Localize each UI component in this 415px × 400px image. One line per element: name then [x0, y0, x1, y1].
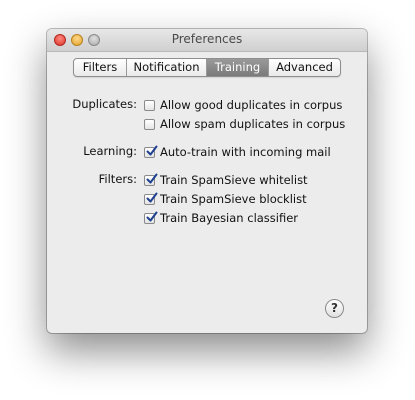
checkbox-box[interactable] [144, 145, 158, 158]
checkbox-box[interactable] [144, 118, 155, 130]
train-bayesian-checkbox[interactable]: Train Bayesian classifier [144, 211, 298, 225]
tab-training[interactable]: Training [207, 59, 269, 76]
checkbox-box[interactable] [144, 192, 158, 205]
checkbox-label: Train SpamSieve whitelist [160, 173, 308, 187]
check-mark-icon [146, 211, 158, 221]
check-mark-icon [146, 173, 158, 183]
checkbox-box[interactable] [144, 99, 155, 111]
screen: Preferences Filters Notification Trainin… [0, 0, 415, 400]
checkbox-label: Allow spam duplicates in corpus [160, 117, 346, 131]
window-title: Preferences [171, 32, 243, 46]
training-pane: Duplicates: Allow good duplicates in cor… [47, 75, 367, 333]
tab-notification[interactable]: Notification [127, 59, 207, 76]
checkbox-label: Auto-train with incoming mail [160, 145, 331, 159]
learning-label: Learning: [83, 144, 137, 158]
checkbox-label: Allow good duplicates in corpus [160, 98, 343, 112]
check-mark-icon [146, 192, 158, 202]
allow-good-duplicates-checkbox[interactable]: Allow good duplicates in corpus [144, 98, 342, 112]
checkbox-label: Train SpamSieve blocklist [160, 192, 307, 206]
auto-train-checkbox[interactable]: Auto-train with incoming mail [144, 145, 331, 159]
tab-advanced[interactable]: Advanced [269, 59, 340, 76]
allow-spam-duplicates-checkbox[interactable]: Allow spam duplicates in corpus [144, 117, 345, 131]
preferences-window: Preferences Filters Notification Trainin… [47, 29, 367, 333]
checkbox-label: Train Bayesian classifier [160, 211, 299, 225]
check-mark-icon [146, 145, 158, 155]
title-bar[interactable]: Preferences [47, 29, 367, 52]
filters-label: Filters: [98, 172, 137, 186]
checkbox-box[interactable] [144, 173, 158, 186]
tab-filters[interactable]: Filters [74, 59, 127, 76]
duplicates-label: Duplicates: [72, 97, 137, 111]
checkbox-box[interactable] [144, 211, 158, 224]
train-blocklist-checkbox[interactable]: Train SpamSieve blocklist [144, 192, 307, 206]
help-button[interactable]: ? [325, 299, 344, 318]
train-whitelist-checkbox[interactable]: Train SpamSieve whitelist [144, 173, 308, 187]
